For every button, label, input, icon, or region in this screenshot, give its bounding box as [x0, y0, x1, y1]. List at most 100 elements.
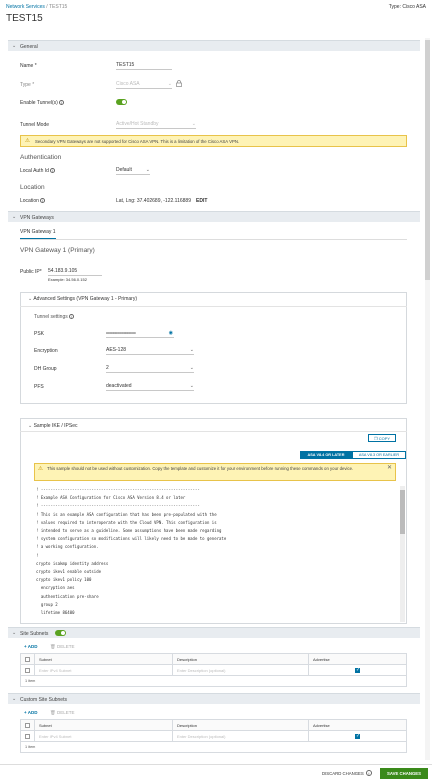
site-subnets-delete-button: 🗑 DELETE: [50, 644, 75, 650]
location-value: Lat, Lng: 37.402689, -122.116889: [116, 198, 191, 204]
name-value: TEST15: [116, 62, 135, 68]
sample-config-code[interactable]: ! --------------------------------------…: [34, 486, 396, 622]
row-checkbox[interactable]: [25, 733, 30, 739]
advertise-cell[interactable]: [308, 664, 407, 676]
name-label: Name *: [20, 63, 37, 69]
copy-button[interactable]: ❐ COPY: [368, 434, 396, 442]
description-cell[interactable]: Enter Description (optional): [172, 730, 309, 742]
sample-ike-divider: [20, 431, 407, 432]
breadcrumb-current: TEST15: [48, 4, 68, 10]
info-icon[interactable]: i: [69, 314, 75, 320]
sample-warning: ⚠ This sample should not be used without…: [34, 463, 396, 481]
subnet-column-header: Subnet: [34, 719, 173, 731]
enable-tunnels-toggle[interactable]: [116, 99, 127, 105]
pfs-select[interactable]: deactivated ⌄: [106, 383, 194, 391]
dh-group-select[interactable]: 2 ⌄: [106, 365, 194, 373]
page-title: TEST15: [6, 13, 43, 24]
info-icon[interactable]: i: [50, 168, 56, 174]
public-ip-input[interactable]: 54.183.9.105: [48, 268, 102, 276]
advanced-settings-label: Advanced Settings (VPN Gateway 1 - Prima…: [33, 296, 137, 302]
psk-label: PSK: [34, 331, 45, 337]
psk-input[interactable]: •••••••••••••••••••••••••••••••• ◉: [106, 330, 174, 338]
advertise-column-header: Advertise: [308, 653, 407, 665]
lock-icon: [176, 80, 182, 89]
chevron-down-icon: ⌄: [145, 167, 150, 173]
info-icon[interactable]: i: [40, 198, 46, 204]
dh-group-label: DH Group: [34, 366, 57, 372]
item-count: 1 item: [20, 741, 407, 753]
vpn-gateways-section-header[interactable]: ⌄ VPN Gateways: [8, 211, 420, 222]
chevron-down-icon: ⌄: [189, 365, 194, 371]
action-footer: DISCARD CHANGES i SAVE CHANGES: [0, 764, 432, 782]
name-input[interactable]: TEST15: [116, 62, 172, 70]
tunnel-settings-text: Tunnel settings: [34, 314, 68, 320]
sample-ike-label: Sample IKE / IPSec: [33, 423, 78, 429]
secondary-gateway-warning: ⚠ Secondary VPN Gateways are not support…: [20, 135, 407, 147]
warning-icon: ⚠: [25, 138, 30, 144]
info-icon[interactable]: i: [59, 100, 65, 106]
description-cell[interactable]: Enter Description (optional): [172, 664, 309, 676]
page-scrollbar-thumb[interactable]: [425, 40, 430, 280]
subnet-cell[interactable]: Enter IPv4 Subnet: [34, 664, 173, 676]
site-subnets-toggle[interactable]: [55, 630, 66, 636]
site-subnets-add-button[interactable]: + ADD: [24, 644, 37, 649]
authentication-heading: Authentication: [20, 154, 62, 161]
custom-subnets-section-header[interactable]: ⌄ Custom Site Subnets: [8, 693, 420, 704]
custom-subnets-table: Subnet Description Advertise Enter IPv4 …: [20, 719, 407, 753]
select-all-cell[interactable]: [20, 653, 35, 665]
location-text: Location: [20, 198, 39, 204]
subnet-input[interactable]: Enter IPv4 Subnet: [39, 734, 71, 739]
sample-ike-header[interactable]: ⌄ Sample IKE / IPSec: [28, 423, 78, 429]
discard-changes-button[interactable]: DISCARD CHANGES: [322, 771, 364, 776]
custom-subnets-label: Custom Site Subnets: [20, 697, 67, 703]
general-section-header[interactable]: ⌄ General: [8, 40, 420, 51]
item-count: 1 item: [20, 675, 407, 687]
row-select-cell[interactable]: [20, 730, 35, 742]
asa-84-toggle[interactable]: ASA V8.4 OR LATER: [300, 451, 352, 459]
tunnel-mode-label: Tunnel Mode: [20, 122, 49, 128]
breadcrumb-root-link[interactable]: Network Services: [6, 4, 45, 10]
location-label: Location i: [20, 198, 46, 204]
close-icon[interactable]: ✕: [387, 465, 392, 471]
tab-label: VPN Gateway 1: [20, 229, 56, 235]
row-select-cell[interactable]: [20, 664, 35, 676]
select-all-checkbox[interactable]: [25, 722, 30, 728]
chevron-down-icon: ⌄: [189, 347, 194, 353]
tab-divider: [20, 239, 407, 240]
advertise-cell[interactable]: [308, 730, 407, 742]
select-all-checkbox[interactable]: [25, 656, 30, 662]
description-input[interactable]: Enter Description (optional): [177, 668, 225, 673]
select-all-cell[interactable]: [20, 719, 35, 731]
site-subnets-label: Site Subnets: [20, 631, 49, 637]
info-icon[interactable]: i: [366, 770, 372, 776]
delete-label: DELETE: [56, 644, 75, 649]
advertise-checkbox[interactable]: [355, 733, 360, 739]
subnet-input[interactable]: Enter IPv4 Subnet: [39, 668, 71, 673]
custom-subnets-add-button[interactable]: + ADD: [24, 710, 37, 715]
subnet-cell[interactable]: Enter IPv4 Subnet: [34, 730, 173, 742]
advanced-settings-header[interactable]: ⌄ Advanced Settings (VPN Gateway 1 - Pri…: [28, 296, 137, 302]
save-changes-button[interactable]: SAVE CHANGES: [380, 768, 428, 779]
enable-tunnels-text: Enable Tunnel(s): [20, 100, 58, 106]
copy-label: COPY: [378, 436, 391, 441]
encryption-select[interactable]: AES-128 ⌄: [106, 347, 194, 355]
description-column-header: Description: [172, 719, 309, 731]
tab-vpn-gateway-1[interactable]: VPN Gateway 1: [20, 229, 56, 239]
table-header-row: Subnet Description Advertise: [20, 653, 407, 665]
code-scrollbar-thumb[interactable]: [400, 490, 405, 534]
encryption-value: AES-128: [106, 347, 127, 353]
eye-icon[interactable]: ◉: [169, 330, 173, 336]
local-auth-select[interactable]: Default ⌄: [116, 167, 150, 175]
copy-icon: ❐: [373, 436, 378, 441]
location-edit-link[interactable]: EDIT: [196, 198, 207, 204]
row-checkbox[interactable]: [25, 667, 30, 673]
gateway-heading: VPN Gateway 1 (Primary): [20, 247, 95, 254]
trash-icon: 🗑: [50, 644, 56, 649]
asa-83-toggle[interactable]: ASA V8.3 OR EARLIER: [352, 451, 406, 459]
chevron-down-icon: ⌄: [28, 296, 33, 302]
type-select: Cisco ASA ⌄: [116, 81, 172, 89]
table-row: Enter IPv4 Subnet Enter Description (opt…: [20, 730, 407, 742]
description-input[interactable]: Enter Description (optional): [177, 734, 225, 739]
advertise-checkbox[interactable]: [355, 667, 360, 673]
site-subnets-section-header[interactable]: ⌄ Site Subnets: [8, 627, 420, 638]
